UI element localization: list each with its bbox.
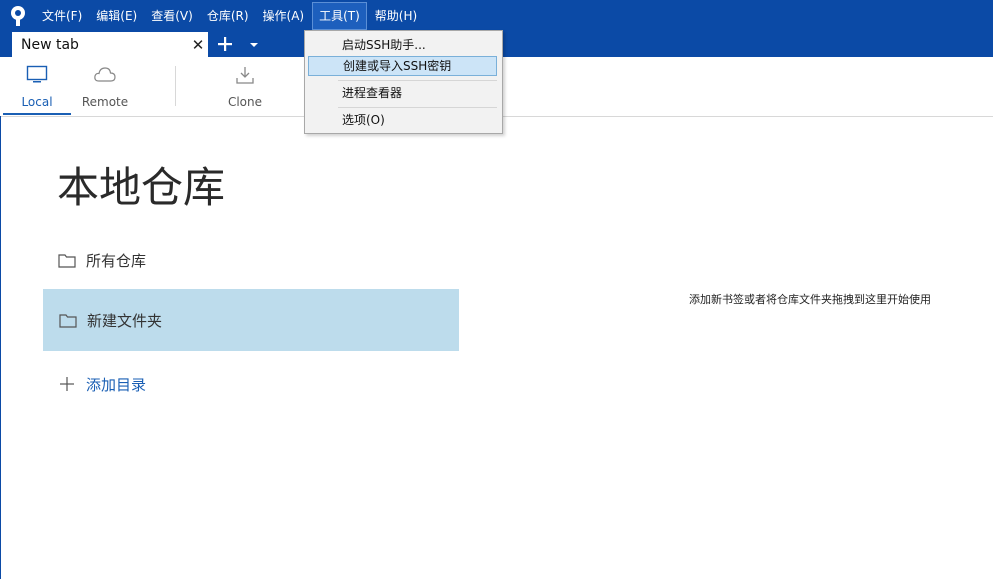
menu-view[interactable]: 查看(V) — [145, 2, 199, 30]
folder-icon — [59, 313, 77, 328]
close-icon[interactable]: ✕ — [188, 36, 208, 54]
new-folder-item[interactable]: 新建文件夹 — [43, 289, 459, 351]
monitor-icon — [26, 57, 48, 93]
local-button[interactable]: Local — [3, 57, 71, 115]
local-label: Local — [21, 95, 53, 109]
tab-new-tab[interactable]: New tab ✕ — [12, 32, 208, 57]
tools-menu-dropdown: 启动SSH助手... 创建或导入SSH密钥 进程查看器 选项(O) — [304, 30, 503, 134]
new-folder-label: 新建文件夹 — [87, 311, 163, 330]
download-icon — [235, 57, 255, 93]
menu-item-start-ssh-agent[interactable]: 启动SSH助手... — [308, 35, 497, 55]
tab-label: New tab — [21, 36, 79, 53]
sourcetree-logo-icon — [0, 0, 36, 32]
menu-item-process-viewer[interactable]: 进程查看器 — [308, 83, 497, 103]
menu-bar: 文件(F) 编辑(E) 查看(V) 仓库(R) 操作(A) 工具(T) 帮助(H… — [0, 0, 993, 32]
page-title: 本地仓库 — [57, 163, 226, 212]
menu-edit[interactable]: 编辑(E) — [90, 2, 143, 30]
all-repositories-label: 所有仓库 — [86, 251, 147, 270]
menu-file[interactable]: 文件(F) — [36, 2, 88, 30]
menu-tools[interactable]: 工具(T) — [312, 2, 367, 30]
empty-hint-text: 添加新书签或者将仓库文件夹拖拽到这里开始使用 — [689, 293, 931, 306]
toolbar-divider — [175, 66, 176, 106]
chevron-down-icon — [250, 43, 258, 47]
menu-separator — [338, 80, 497, 81]
remote-button[interactable]: Remote — [76, 57, 134, 115]
all-repositories-item[interactable]: 所有仓库 — [58, 248, 146, 272]
add-directory-label: 添加目录 — [86, 375, 147, 394]
add-directory-link[interactable]: 添加目录 — [58, 372, 146, 396]
menu-repository[interactable]: 仓库(R) — [201, 2, 255, 30]
clone-button[interactable]: Clone — [216, 57, 274, 115]
menu-help[interactable]: 帮助(H) — [369, 2, 423, 30]
folder-icon — [58, 253, 76, 268]
menu-item-create-import-ssh-key[interactable]: 创建或导入SSH密钥 — [308, 56, 497, 76]
tab-list-dropdown[interactable] — [246, 33, 262, 55]
menu-item-options[interactable]: 选项(O) — [308, 110, 497, 130]
cloud-icon — [93, 57, 117, 93]
new-tab-button[interactable] — [214, 33, 236, 55]
menu-actions[interactable]: 操作(A) — [257, 2, 311, 30]
plus-icon — [60, 377, 74, 391]
plus-icon — [218, 37, 232, 51]
window-border — [0, 116, 1, 579]
clone-label: Clone — [227, 95, 263, 109]
remote-label: Remote — [81, 95, 129, 109]
menu-separator — [338, 107, 497, 108]
